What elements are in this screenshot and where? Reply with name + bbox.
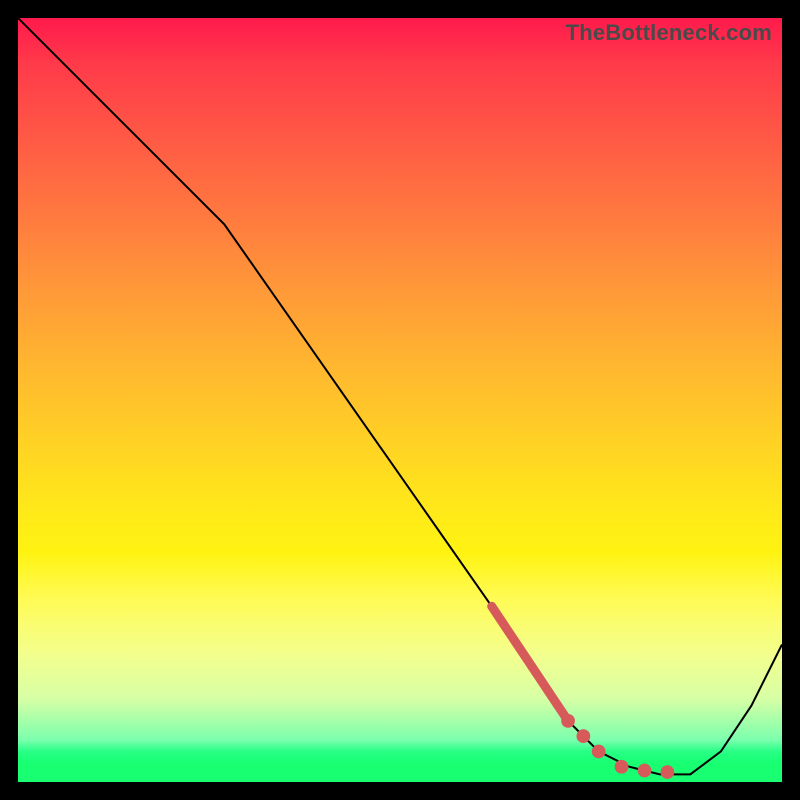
- highlight-dot: [638, 764, 652, 778]
- bottleneck-curve-path: [18, 18, 782, 774]
- highlight-dot: [561, 714, 575, 728]
- highlight-dot: [615, 760, 629, 774]
- plot-area: TheBottleneck.com: [18, 18, 782, 782]
- highlight-dots-group: [561, 714, 674, 779]
- chart-overlay-svg: [18, 18, 782, 782]
- highlight-dot: [576, 729, 590, 743]
- highlight-dot: [661, 765, 675, 779]
- highlight-thick-segment: [492, 606, 568, 721]
- chart-frame: TheBottleneck.com: [0, 0, 800, 800]
- watermark-text: TheBottleneck.com: [566, 20, 772, 46]
- highlight-dot: [592, 745, 606, 759]
